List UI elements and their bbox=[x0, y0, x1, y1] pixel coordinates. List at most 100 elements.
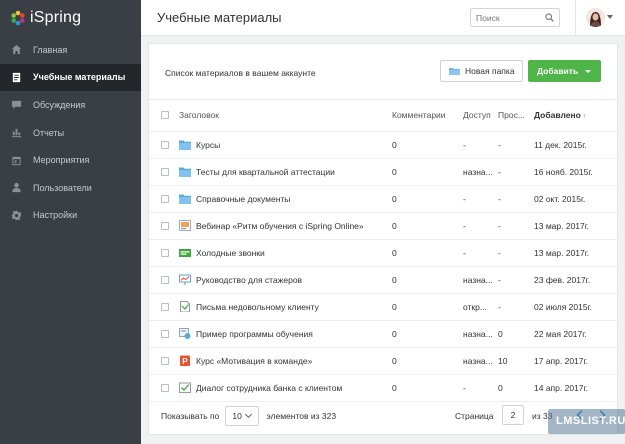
table-row[interactable]: Курсы 0- -11 дек. 2015г. bbox=[149, 131, 617, 159]
row-checkbox[interactable] bbox=[161, 140, 169, 149]
row-title: Диалог сотрудника банка с клиентом bbox=[196, 382, 343, 393]
sidebar-item-settings[interactable]: Настройки bbox=[0, 202, 141, 230]
row-added: 11 дек. 2015г. bbox=[534, 131, 617, 159]
column-header-added[interactable]: Добавлено ↑ bbox=[534, 100, 617, 132]
sidebar-item-events[interactable]: Мероприятия bbox=[0, 146, 141, 174]
row-added: 23 фев. 2017г. bbox=[534, 266, 617, 294]
logo-text: iSpring bbox=[30, 9, 82, 26]
select-all-cell bbox=[149, 100, 179, 132]
row-select-cell bbox=[149, 158, 179, 186]
row-access: назна... bbox=[463, 347, 498, 375]
row-select-cell bbox=[149, 293, 179, 321]
chevron-down-icon bbox=[244, 410, 252, 418]
column-header-access[interactable]: Доступ bbox=[463, 100, 498, 132]
row-checkbox[interactable] bbox=[161, 248, 169, 257]
row-title-cell[interactable]: Письма недовольному клиенту bbox=[179, 293, 392, 321]
row-title-cell[interactable]: P Курс «Мотивация в команде» bbox=[179, 347, 392, 375]
presentation-icon bbox=[179, 274, 191, 285]
row-added: 13 мар. 2017г. bbox=[534, 212, 617, 240]
row-title: Курсы bbox=[196, 139, 221, 150]
table-row[interactable]: Тесты для квартальной аттестации 0 назна..… bbox=[149, 158, 617, 186]
per-page-label: Показывать по bbox=[161, 410, 220, 421]
row-checkbox[interactable] bbox=[161, 302, 169, 311]
pagination-bar: Показывать по 10 элементов из 323 Страни… bbox=[149, 397, 617, 434]
chart-icon bbox=[10, 127, 22, 139]
row-title-cell[interactable]: Руководство для стажеров bbox=[179, 266, 392, 294]
row-comments: 0 bbox=[392, 266, 463, 294]
table-row[interactable]: Письма недовольному клиенту 0 откр... -02 и… bbox=[149, 293, 617, 321]
sidebar-item-reports[interactable]: Отчеты bbox=[0, 119, 141, 147]
column-header-title[interactable]: Заголовок bbox=[179, 100, 392, 132]
table-row[interactable]: Руководство для стажеров 0 назна... -23 фев… bbox=[149, 266, 617, 294]
course-icon bbox=[179, 328, 191, 339]
table-row[interactable]: Вебинар «Ритм обучения с iSpring Online»… bbox=[149, 212, 617, 240]
search-box[interactable] bbox=[470, 8, 560, 27]
row-title: Вебинар «Ритм обучения с iSpring Online» bbox=[196, 220, 364, 231]
per-page-select[interactable]: 10 bbox=[225, 405, 260, 426]
row-comments: 0 bbox=[392, 158, 463, 186]
row-title-cell[interactable]: Справочные документы bbox=[179, 185, 392, 213]
table-row[interactable]: Пример программы обучения 0 назна... 0 22 ма… bbox=[149, 320, 617, 348]
row-added: 13 мар. 2017г. bbox=[534, 239, 617, 267]
row-select-cell bbox=[149, 131, 179, 159]
row-select-cell bbox=[149, 347, 179, 375]
row-checkbox[interactable] bbox=[161, 167, 169, 176]
column-header-added-label: Добавлено bbox=[534, 110, 581, 121]
sidebar-item-users[interactable]: Пользователи bbox=[0, 174, 141, 202]
column-header-comments[interactable]: Комментарии bbox=[392, 100, 463, 132]
chevron-down-icon bbox=[585, 69, 592, 73]
row-title-cell[interactable]: Курсы bbox=[179, 131, 392, 159]
add-button[interactable]: Добавить bbox=[528, 60, 601, 82]
sidebar-item-label: Настройки bbox=[33, 210, 78, 221]
row-title-cell[interactable]: Вебинар «Ритм обучения с iSpring Online» bbox=[179, 212, 392, 240]
row-title-cell[interactable]: Тесты для квартальной аттестации bbox=[179, 158, 392, 186]
folder-icon bbox=[179, 194, 191, 204]
dialog-icon bbox=[179, 382, 191, 393]
search-input[interactable] bbox=[471, 9, 541, 26]
row-views: 0 bbox=[498, 320, 534, 348]
home-icon bbox=[10, 44, 22, 56]
new-folder-button[interactable]: Новая папка bbox=[440, 60, 523, 82]
search-icon[interactable] bbox=[545, 13, 554, 22]
row-views: - bbox=[498, 293, 534, 321]
row-checkbox[interactable] bbox=[161, 221, 169, 230]
page-number-input[interactable]: 2 bbox=[502, 405, 524, 425]
sidebar-item-discussions[interactable]: Обсуждения bbox=[0, 91, 141, 119]
row-title-wrap: Руководство для стажеров bbox=[179, 274, 392, 285]
watermark-text: LMSLIST.RU bbox=[556, 415, 625, 427]
chevron-down-icon[interactable] bbox=[607, 15, 613, 19]
column-header-views[interactable]: Прос... bbox=[498, 100, 534, 132]
row-added: 22 мая 2017г. bbox=[534, 320, 617, 348]
folder-icon bbox=[179, 167, 191, 177]
sidebar-item-label: Мероприятия bbox=[33, 155, 90, 166]
row-checkbox[interactable] bbox=[161, 194, 169, 203]
row-checkbox[interactable] bbox=[161, 383, 169, 392]
row-access: - bbox=[463, 212, 498, 240]
row-checkbox[interactable] bbox=[161, 356, 169, 365]
folder-icon bbox=[449, 68, 460, 75]
row-checkbox[interactable] bbox=[161, 275, 169, 284]
page-title: Учебные материалы bbox=[157, 10, 282, 25]
select-all-checkbox[interactable] bbox=[161, 111, 169, 120]
row-select-cell bbox=[149, 239, 179, 267]
header: Учебные материалы bbox=[141, 0, 625, 36]
row-checkbox[interactable] bbox=[161, 329, 169, 338]
header-divider bbox=[575, 0, 576, 36]
row-added: 02 окт. 2015г. bbox=[534, 185, 617, 213]
sidebar-item-materials[interactable]: Учебные материалы bbox=[0, 63, 141, 92]
row-title-cell[interactable]: Пример программы обучения bbox=[179, 320, 392, 348]
svg-text:P: P bbox=[182, 357, 188, 366]
sidebar-item-label: Отчеты bbox=[33, 127, 65, 138]
avatar[interactable] bbox=[586, 8, 605, 27]
sidebar-item-home[interactable]: Главная bbox=[0, 36, 141, 64]
row-title-cell[interactable]: Холодные звонки bbox=[179, 239, 392, 267]
row-access: назна... bbox=[463, 320, 498, 348]
table-row[interactable]: Холодные звонки 0- -13 мар. 2017г. bbox=[149, 239, 617, 267]
gear-icon bbox=[10, 209, 22, 221]
row-title-wrap: Вебинар «Ритм обучения с iSpring Online» bbox=[179, 220, 392, 231]
sidebar-item-label: Учебные материалы bbox=[33, 72, 126, 83]
logo[interactable]: iSpring bbox=[0, 0, 141, 36]
table-row[interactable]: Справочные документы 0- -02 окт. 2015г. bbox=[149, 185, 617, 213]
table-row[interactable]: P Курс «Мотивация в команде» 0 назна... 10 17… bbox=[149, 347, 617, 375]
row-access: назна... bbox=[463, 158, 498, 186]
